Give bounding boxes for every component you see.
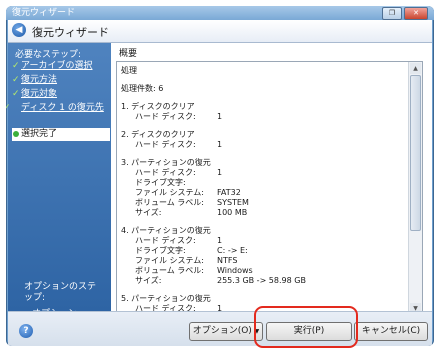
block-row: ファイル システム: NTFS	[135, 256, 238, 265]
current-step-icon	[13, 130, 19, 137]
summary-heading: 概要	[119, 49, 138, 59]
header-title: 復元ウィザード	[32, 26, 109, 39]
summary-scrollbar[interactable]: ▲ ▼	[408, 62, 422, 315]
steps-sidebar: 必要なステップ: ✓アーカイブの選択 ✓復元方法 ✓復元対象 ✓ ディスク 1 の…	[6, 43, 111, 319]
options-button[interactable]: オプション(O) ▼	[189, 322, 263, 341]
steps-heading: 必要なステップ:	[15, 50, 82, 60]
sidebar-item-archive-select[interactable]: ✓アーカイブの選択	[12, 61, 110, 72]
wizard-footer: ? オプション(O) ▼ 実行(P) キャンセル(C)	[8, 311, 432, 346]
summary-box: 処理 処理件数: 6 1. ディスクのクリア ハード ディスク: 1 2. ディス…	[116, 61, 423, 316]
block-title: 1. ディスクのクリア	[121, 102, 195, 111]
check-icon: ✓	[12, 89, 20, 99]
block-row: ハード ディスク: 1	[135, 112, 223, 121]
restore-wizard-window: 復元ウィザード ❐ ✕ ◀ 復元ウィザード 必要なステップ: ✓アーカイブの選択…	[6, 6, 434, 346]
block-title: 3. パーティションの復元	[121, 158, 211, 167]
optional-steps-heading: オプションのステップ:	[24, 282, 97, 303]
block-row: ボリューム ラベル: Windows	[135, 266, 253, 275]
summary-panel: 概要 処理 処理件数: 6 1. ディスクのクリア ハード ディスク: 1 2. …	[111, 43, 432, 316]
summary-text: 処理 処理件数: 6 1. ディスクのクリア ハード ディスク: 1 2. ディス…	[121, 66, 406, 314]
check-icon: ✓	[6, 103, 11, 113]
scroll-thumb[interactable]	[410, 75, 421, 231]
block-row: ハード ディスク: 1	[135, 140, 223, 149]
block-row: ファイル システム: FAT32	[135, 188, 241, 197]
section-title: 処理	[121, 66, 137, 75]
run-button-highlight	[254, 306, 358, 348]
block-row: サイズ: 255.3 GB -> 58.98 GB	[135, 276, 306, 285]
block-row: ハード ディスク: 1	[135, 236, 223, 245]
sidebar-item-restore-method[interactable]: ✓復元方法	[12, 75, 110, 86]
block-row: サイズ: 100 MB	[135, 208, 248, 217]
cancel-button[interactable]: キャンセル(C)	[354, 322, 428, 341]
title-bar: 復元ウィザード ❐ ✕	[6, 6, 434, 20]
sidebar-item-finish: 選択完了	[12, 128, 110, 141]
block-row: ドライブ文字:	[135, 178, 186, 187]
sidebar-item-restore-target[interactable]: ✓復元対象	[12, 89, 110, 100]
close-icon[interactable]: ✕	[404, 7, 428, 20]
block-title: 5. パーティションの復元	[121, 294, 211, 303]
block-title: 2. ディスクのクリア	[121, 130, 195, 139]
check-icon: ✓	[12, 75, 20, 85]
help-icon[interactable]: ?	[19, 324, 33, 338]
scroll-up-icon[interactable]: ▲	[410, 63, 421, 74]
check-icon: ✓	[12, 61, 20, 71]
sidebar-item-disk-destination[interactable]: ✓ ディスク 1 の復元先	[6, 103, 107, 114]
back-arrow-icon[interactable]: ◀	[12, 23, 26, 37]
wizard-header: ◀ 復元ウィザード	[8, 20, 432, 43]
block-row: ボリューム ラベル: SYSTEM	[135, 198, 249, 207]
block-row: ハード ディスク: 1	[135, 168, 223, 177]
window-controls: ❐ ✕	[382, 7, 428, 20]
block-row: ドライブ文字: C: -> E:	[135, 246, 248, 255]
window-title: 復元ウィザード	[12, 8, 76, 18]
operation-count: 処理件数: 6	[121, 84, 164, 93]
restore-icon[interactable]: ❐	[382, 7, 402, 20]
block-title: 4. パーティションの復元	[121, 226, 211, 235]
